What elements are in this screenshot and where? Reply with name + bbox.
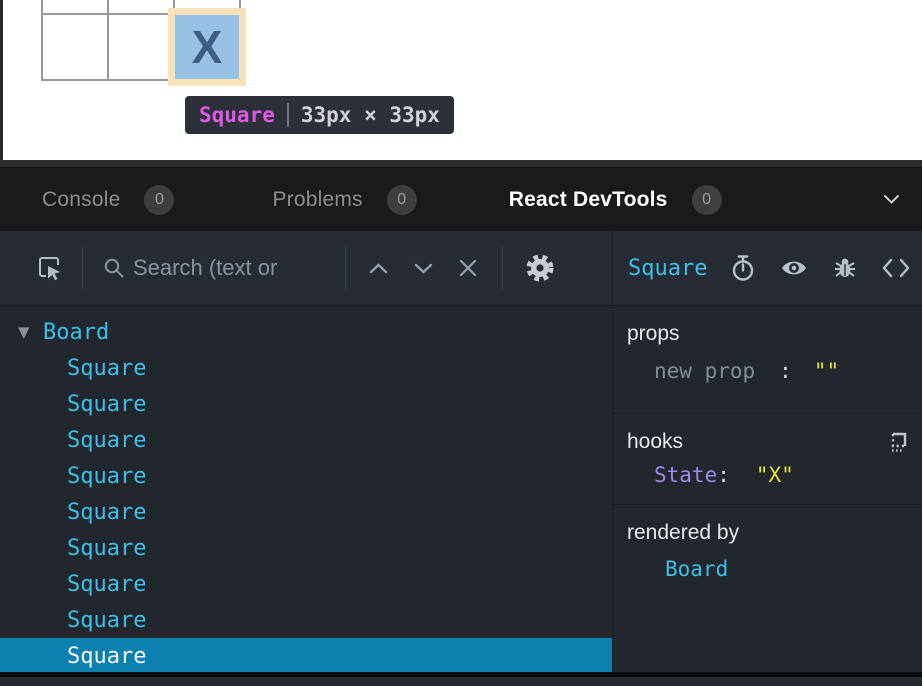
prop-separator: : xyxy=(779,359,792,383)
hooks-title: hooks xyxy=(627,430,683,454)
next-result-chevron-icon[interactable] xyxy=(409,263,437,274)
tic-tac-toe-board: X xyxy=(41,0,241,81)
tree-row-label: Square xyxy=(67,644,146,669)
search-icon xyxy=(103,257,125,279)
rendered-by-section: rendered by Board xyxy=(613,505,922,672)
tree-row-square-selected[interactable]: Square xyxy=(0,638,612,672)
tab-console-label: Console xyxy=(42,188,120,212)
tree-row-label: Square xyxy=(67,572,146,597)
tree-row-label: Square xyxy=(67,392,146,417)
inspected-page: X Square 33px × 33px xyxy=(0,0,922,160)
devtools-main: ▼ Board Square Square Square Square Squa… xyxy=(0,306,922,672)
tab-problems-label: Problems xyxy=(272,188,362,212)
view-source-code-icon[interactable] xyxy=(882,257,910,279)
board-cell[interactable] xyxy=(42,14,108,80)
props-section: props new prop : "" xyxy=(613,306,922,414)
details-header: Square xyxy=(613,231,922,305)
toolbar-divider xyxy=(82,247,83,289)
toolbar-divider xyxy=(345,247,346,289)
hook-name: State xyxy=(654,463,717,487)
debug-bug-icon[interactable] xyxy=(832,255,858,281)
search-input[interactable] xyxy=(133,255,345,281)
tooltip-divider xyxy=(287,103,289,127)
new-prop-value-input[interactable]: "" xyxy=(814,359,839,383)
bottom-strip xyxy=(0,677,922,686)
devtools-tab-bar: Console 0 Problems 0 React DevTools 0 xyxy=(0,168,922,231)
tree-row-square[interactable]: Square xyxy=(0,530,612,566)
tree-row-label: Square xyxy=(67,536,146,561)
tree-row-square[interactable]: Square xyxy=(0,566,612,602)
suspense-stopwatch-icon[interactable] xyxy=(730,254,756,282)
tab-react-devtools-label: React DevTools xyxy=(509,188,668,212)
tab-console-badge: 0 xyxy=(144,185,174,215)
board-cell[interactable] xyxy=(108,14,174,80)
tree-row-label: Board xyxy=(43,320,109,345)
devtools-screen: X Square 33px × 33px Console 0 Problems … xyxy=(0,0,922,686)
board-cell[interactable] xyxy=(42,0,108,14)
tree-row-board[interactable]: ▼ Board xyxy=(0,314,612,350)
tree-row-square[interactable]: Square xyxy=(0,350,612,386)
tooltip-dimensions: 33px × 33px xyxy=(301,103,440,127)
devtools-toolbar: Square xyxy=(0,231,922,306)
hook-separator: : xyxy=(717,463,730,487)
rendered-by-owner-link[interactable]: Board xyxy=(665,557,728,581)
tree-row-square[interactable]: Square xyxy=(0,458,612,494)
tree-row-label: Square xyxy=(67,428,146,453)
tab-console[interactable]: Console 0 xyxy=(42,185,174,215)
tree-row-label: Square xyxy=(67,356,146,381)
tab-react-devtools[interactable]: React DevTools 0 xyxy=(509,185,722,215)
devtools-top-edge xyxy=(0,160,922,168)
tree-row-square[interactable]: Square xyxy=(0,422,612,458)
selected-component-title: Square xyxy=(628,256,707,281)
component-details: props new prop : "" hooks xyxy=(613,306,922,672)
tree-row-square[interactable]: Square xyxy=(0,602,612,638)
props-title: props xyxy=(627,322,912,346)
parse-hooks-icon[interactable] xyxy=(886,430,910,454)
tree-row-square[interactable]: Square xyxy=(0,386,612,422)
hook-value-input[interactable]: "X" xyxy=(756,463,794,487)
rendered-by-title: rendered by xyxy=(627,521,912,545)
tab-problems[interactable]: Problems 0 xyxy=(272,185,416,215)
tree-row-label: Square xyxy=(67,500,146,525)
tree-expander-icon[interactable]: ▼ xyxy=(18,323,34,341)
tree-toolbar xyxy=(0,231,613,305)
element-size-tooltip: Square 33px × 33px xyxy=(185,96,454,134)
hooks-section: hooks State: "X" xyxy=(613,414,922,505)
inspect-element-icon[interactable] xyxy=(28,254,70,282)
tree-row-label: Square xyxy=(67,464,146,489)
inspect-dom-eye-icon[interactable] xyxy=(780,257,808,279)
component-tree: ▼ Board Square Square Square Square Squa… xyxy=(0,306,613,672)
prev-result-chevron-icon[interactable] xyxy=(364,263,392,274)
toolbar-divider xyxy=(502,247,503,289)
page-left-border xyxy=(0,0,3,160)
new-prop-input[interactable]: new prop xyxy=(654,359,755,383)
tree-row-square[interactable]: Square xyxy=(0,494,612,530)
tab-react-devtools-badge: 0 xyxy=(692,185,722,215)
tab-chevron-down-icon[interactable] xyxy=(877,188,906,211)
clear-search-icon[interactable] xyxy=(454,259,482,277)
settings-gear-icon[interactable] xyxy=(525,253,555,283)
tab-problems-badge: 0 xyxy=(387,185,417,215)
highlight-content-overlay: X xyxy=(175,15,239,79)
tooltip-component-name: Square xyxy=(199,103,275,127)
board-cell[interactable] xyxy=(108,0,174,14)
tree-row-label: Square xyxy=(67,608,146,633)
board-cell-highlighted[interactable]: X xyxy=(174,14,240,80)
